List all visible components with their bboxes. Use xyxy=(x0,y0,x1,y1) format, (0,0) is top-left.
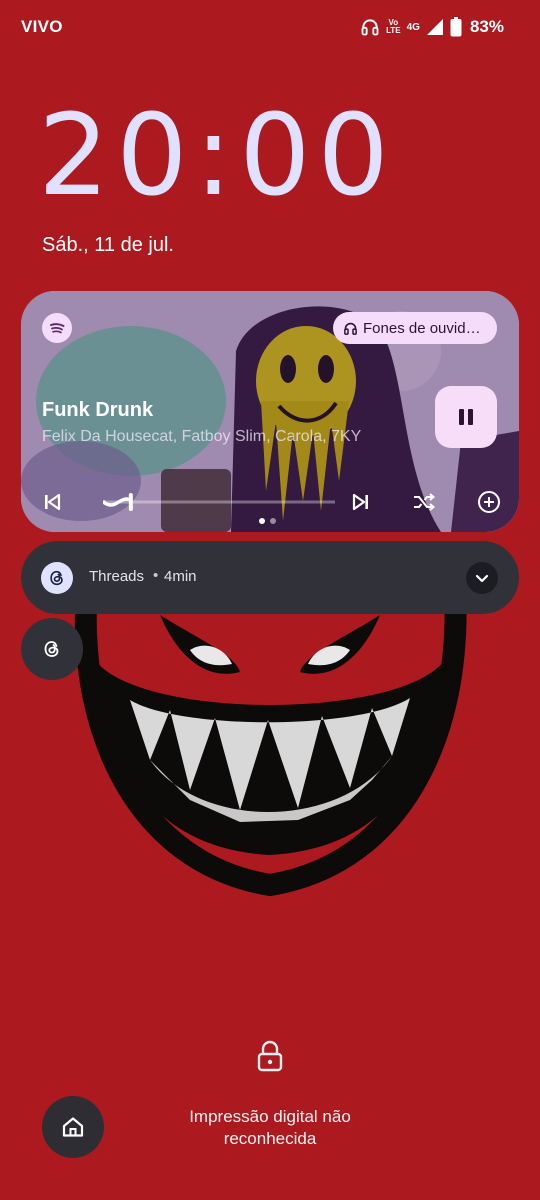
seek-thumb xyxy=(128,493,133,511)
audio-output-chip[interactable]: Fones de ouvid… xyxy=(333,312,497,344)
headphones-icon xyxy=(344,322,357,335)
threads-icon xyxy=(44,641,59,657)
skip-previous-icon xyxy=(45,493,61,511)
notification-separator: • xyxy=(153,567,159,584)
pause-icon xyxy=(459,409,473,425)
add-to-library-button[interactable] xyxy=(475,488,503,516)
expand-button[interactable] xyxy=(466,562,498,594)
notification-app-name: Threads xyxy=(89,568,145,585)
seek-bar[interactable] xyxy=(103,491,335,513)
page-dot-active xyxy=(259,518,265,524)
track-title: Funk Drunk xyxy=(42,399,154,421)
track-artist: Felix Da Housecat, Fatboy Slim, Carola, … xyxy=(42,428,362,445)
audio-output-label: Fones de ouvid… xyxy=(363,319,481,337)
carrier-label: VIVO xyxy=(21,17,63,36)
fingerprint-status-message: Impressão digital não reconhecida xyxy=(189,1107,351,1148)
media-page-indicator xyxy=(259,518,276,524)
home-icon xyxy=(62,1117,84,1137)
signal-icon xyxy=(426,19,443,35)
skip-next-icon xyxy=(352,493,368,511)
notification-time: 4min xyxy=(164,568,197,585)
volte-icon: Vo LTE xyxy=(386,19,401,35)
lockscreen-clock: 20:00 xyxy=(38,91,396,221)
next-button[interactable] xyxy=(348,489,374,515)
battery-percent: 83% xyxy=(469,17,504,36)
spotify-icon xyxy=(42,313,72,343)
volte-bottom-label: LTE xyxy=(386,26,401,35)
status-icons: Vo LTE 4G 83% xyxy=(360,14,504,40)
shuffle-icon xyxy=(414,493,436,511)
chevron-down-icon xyxy=(475,574,489,583)
previous-button[interactable] xyxy=(39,489,65,515)
network-type-label: 4G xyxy=(406,21,420,33)
page-dot xyxy=(270,518,276,524)
lockscreen-date: Sáb., 11 de jul. xyxy=(42,234,174,256)
home-button[interactable] xyxy=(42,1096,104,1158)
battery-icon xyxy=(450,17,462,37)
media-player-card[interactable]: Fones de ouvid… Funk Drunk Felix Da Hous… xyxy=(21,291,519,532)
lock-icon xyxy=(257,1040,283,1072)
headphones-icon xyxy=(361,19,379,36)
pause-button[interactable] xyxy=(435,386,497,448)
threads-notification-bubble[interactable] xyxy=(21,618,83,680)
shuffle-button[interactable] xyxy=(410,488,438,516)
add-circle-icon xyxy=(478,491,500,513)
threads-notification[interactable]: Threads • 4min xyxy=(21,541,519,614)
threads-icon xyxy=(41,562,73,594)
status-bar: VIVO Vo LTE 4G 83% xyxy=(0,0,540,56)
